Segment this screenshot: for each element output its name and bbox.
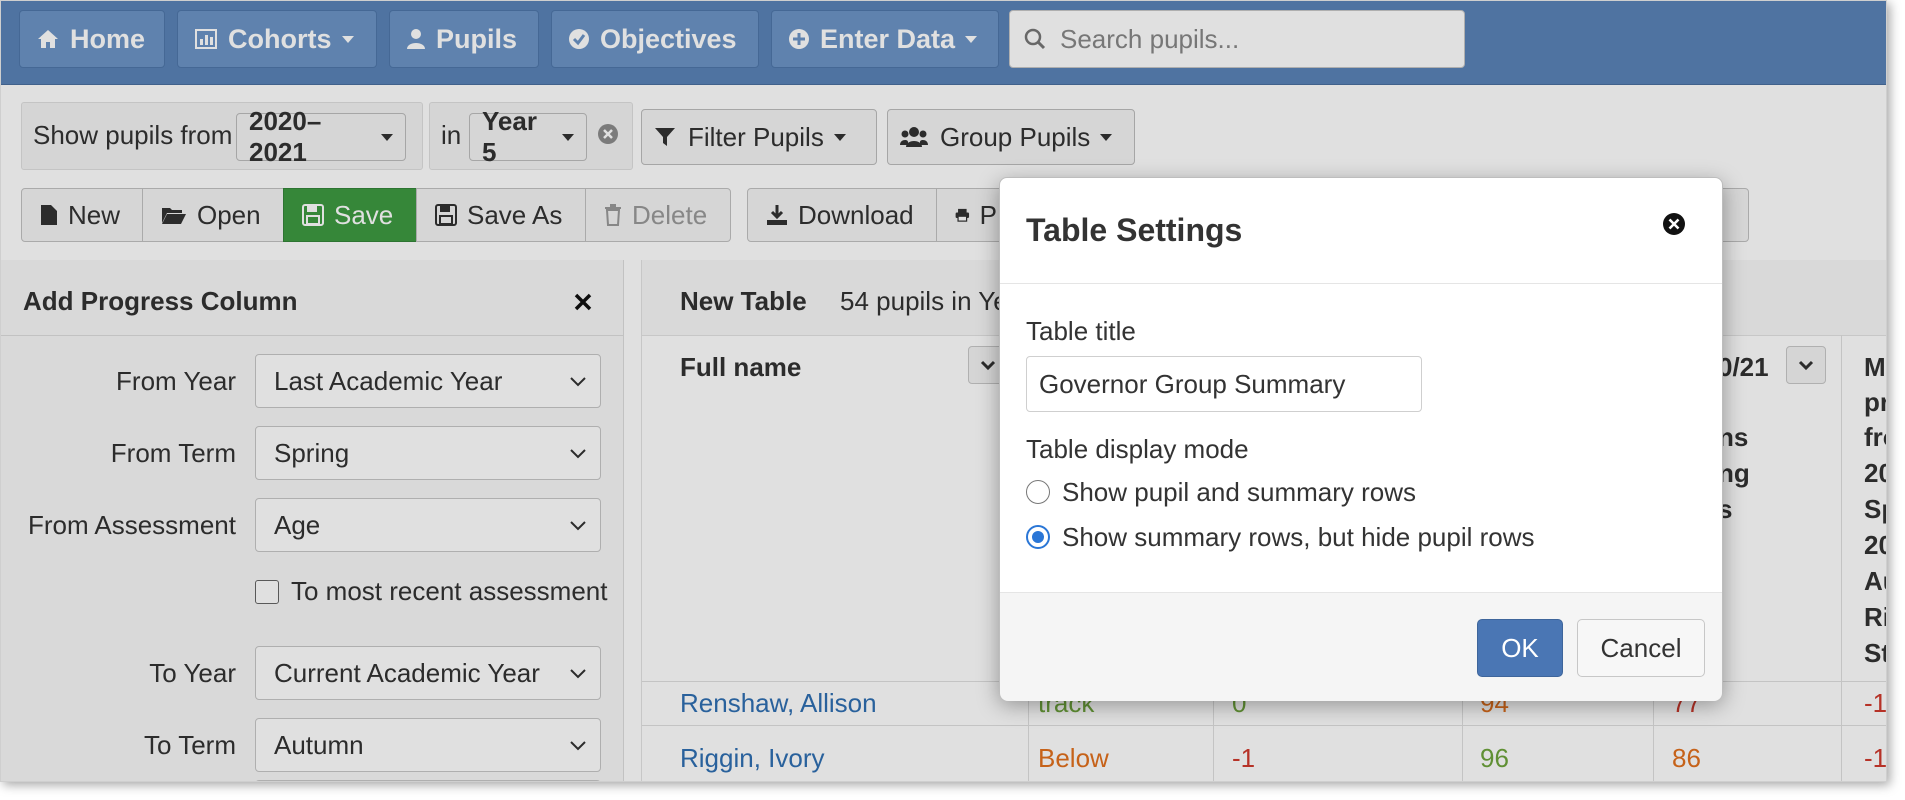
modal-divider: [1000, 283, 1722, 284]
table-title-label: Table title: [1026, 316, 1136, 346]
radio-show-summary-only-label: Show summary rows, but hide pupil rows: [1062, 522, 1535, 552]
display-mode-label: Table display mode: [1026, 434, 1249, 464]
cancel-button[interactable]: Cancel: [1577, 619, 1705, 677]
radio-show-pupil-and-summary[interactable]: [1026, 480, 1050, 504]
table-settings-modal: Table Settings Table title Table display…: [999, 177, 1723, 701]
modal-close-button[interactable]: [1662, 212, 1686, 241]
table-title-input[interactable]: [1026, 356, 1422, 412]
modal-footer: OK Cancel: [1000, 592, 1722, 701]
radio-show-summary-only[interactable]: [1026, 525, 1050, 549]
radio-show-pupil-and-summary-label: Show pupil and summary rows: [1062, 477, 1417, 507]
close-icon: [1663, 213, 1685, 235]
app-window: Home Cohorts Pupils Objectives Enter Dat…: [0, 0, 1887, 782]
ok-button[interactable]: OK: [1477, 619, 1563, 677]
modal-title: Table Settings: [1026, 212, 1243, 248]
